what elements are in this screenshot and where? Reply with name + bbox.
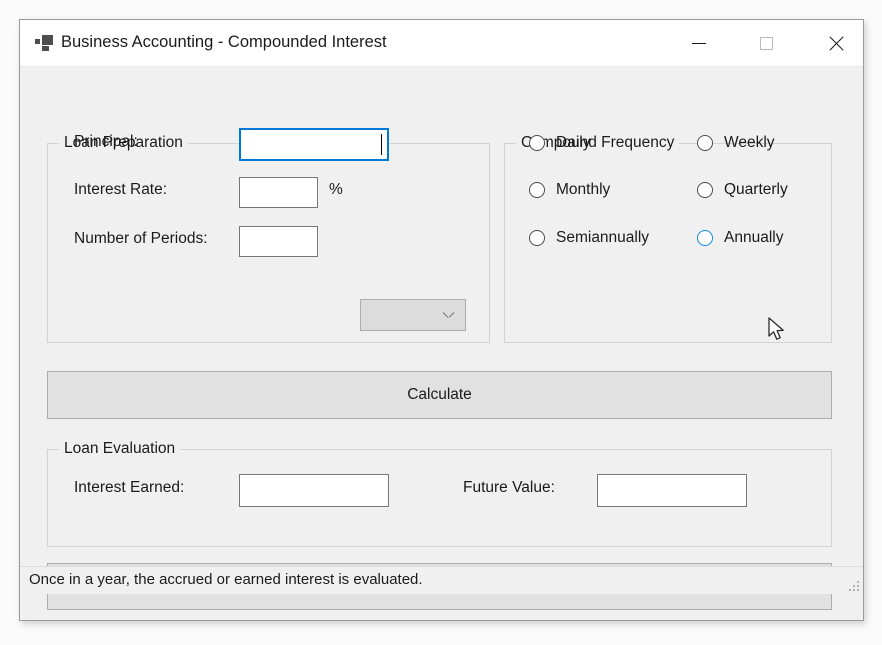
number-of-periods-label: Number of Periods: bbox=[74, 230, 208, 247]
title-bar[interactable]: Business Accounting - Compounded Interes… bbox=[20, 20, 863, 67]
future-value-label: Future Value: bbox=[463, 479, 555, 496]
close-icon bbox=[827, 36, 842, 51]
principal-label: Principal: bbox=[74, 133, 138, 150]
principal-input[interactable] bbox=[239, 128, 389, 161]
minimize-icon bbox=[691, 42, 706, 44]
resize-grip-icon[interactable] bbox=[846, 578, 859, 591]
radio-weekly-label: Weekly bbox=[724, 134, 775, 151]
radio-quarterly-label: Quarterly bbox=[724, 181, 788, 198]
radio-annually[interactable]: Annually bbox=[697, 229, 783, 247]
radio-circle-icon bbox=[529, 135, 545, 151]
loan-evaluation-legend: Loan Evaluation bbox=[59, 440, 181, 458]
radio-weekly[interactable]: Weekly bbox=[697, 134, 775, 152]
radio-circle-icon bbox=[529, 182, 545, 198]
radio-circle-icon bbox=[697, 135, 713, 151]
radio-daily[interactable]: Daily bbox=[529, 134, 590, 152]
radio-semiannually[interactable]: Semiannually bbox=[529, 229, 649, 247]
interest-rate-input[interactable] bbox=[239, 177, 318, 208]
interest-rate-label: Interest Rate: bbox=[74, 181, 168, 198]
window-title: Business Accounting - Compounded Interes… bbox=[61, 33, 387, 51]
text-caret bbox=[380, 134, 382, 155]
application-window: Business Accounting - Compounded Interes… bbox=[19, 19, 864, 621]
winforms-app-icon bbox=[34, 34, 54, 52]
radio-monthly-label: Monthly bbox=[556, 181, 611, 198]
minimize-button[interactable] bbox=[675, 20, 722, 66]
future-value-output[interactable] bbox=[597, 474, 747, 507]
chevron-down-icon bbox=[444, 311, 453, 320]
radio-annually-label: Annually bbox=[724, 229, 784, 246]
radio-quarterly[interactable]: Quarterly bbox=[697, 181, 788, 199]
number-of-periods-input[interactable] bbox=[239, 226, 318, 257]
radio-circle-icon bbox=[697, 230, 713, 246]
radio-daily-label: Daily bbox=[556, 134, 591, 151]
radio-circle-icon bbox=[529, 230, 545, 246]
close-window-button[interactable] bbox=[811, 20, 858, 66]
maximize-button[interactable] bbox=[743, 20, 790, 66]
status-bar: Once in a year, the accrued or earned in… bbox=[20, 566, 863, 594]
calculate-button[interactable]: Calculate bbox=[47, 371, 832, 419]
interest-earned-label: Interest Earned: bbox=[74, 479, 185, 496]
radio-monthly[interactable]: Monthly bbox=[529, 181, 610, 199]
radio-semiannually-label: Semiannually bbox=[556, 229, 650, 246]
periods-unit-dropdown[interactable] bbox=[360, 299, 466, 331]
radio-circle-icon bbox=[697, 182, 713, 198]
client-area: Loan Preparation Principal: Interest Rat… bbox=[20, 67, 863, 610]
interest-earned-output[interactable] bbox=[239, 474, 389, 507]
percent-symbol: % bbox=[329, 181, 343, 198]
status-message: Once in a year, the accrued or earned in… bbox=[29, 571, 423, 588]
maximize-icon bbox=[760, 36, 773, 50]
